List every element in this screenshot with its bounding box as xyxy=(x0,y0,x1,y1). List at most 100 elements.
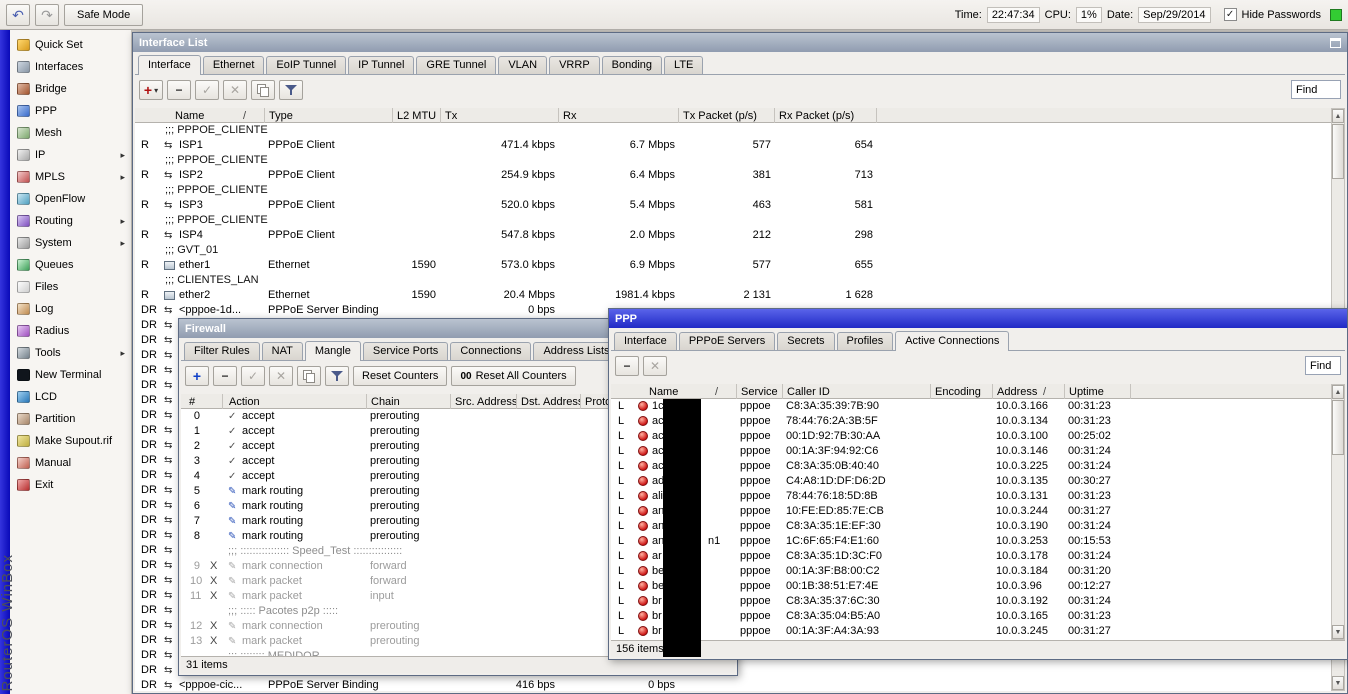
column-header-caller-id[interactable]: Caller ID xyxy=(783,384,931,399)
tab-vlan[interactable]: VLAN xyxy=(498,56,547,74)
tab-nat[interactable]: NAT xyxy=(262,342,303,360)
interface-comment-row[interactable]: ;;; PPPOE_CLIENTE xyxy=(135,183,1331,198)
find-box[interactable]: Find xyxy=(1291,80,1341,99)
interface-row[interactable]: Rether2Ethernet159020.4 Mbps1981.4 kbps2… xyxy=(135,288,1331,303)
column-header-l2-mtu[interactable]: L2 MTU xyxy=(393,108,441,123)
interface-comment-row[interactable]: ;;; PPPOE_CLIENTE xyxy=(135,123,1331,138)
interface-row[interactable]: Rether1Ethernet1590573.0 kbps6.9 Mbps577… xyxy=(135,258,1331,273)
column-header-action[interactable]: Action xyxy=(225,394,367,409)
reset-counters-button[interactable]: Reset Counters xyxy=(353,366,447,386)
safe-mode-button[interactable]: Safe Mode xyxy=(64,4,143,26)
sidebar-item-radius[interactable]: Radius xyxy=(10,320,131,342)
tab-pppoe-servers[interactable]: PPPoE Servers xyxy=(679,332,775,350)
ppp-titlebar[interactable]: PPP xyxy=(609,309,1347,328)
tab-gre-tunnel[interactable]: GRE Tunnel xyxy=(416,56,496,74)
interface-comment-row[interactable]: ;;; CLIENTES_LAN xyxy=(135,273,1331,288)
interface-comment-row[interactable]: ;;; GVT_01 xyxy=(135,243,1331,258)
ppp-connection-row[interactable]: LarpppoeC8:3A:35:1D:3C:F010.0.3.17800:31… xyxy=(611,549,1331,564)
column-header-tx[interactable]: Tx xyxy=(441,108,559,123)
ppp-connection-row[interactable]: Lbepppoe00:1B:38:51:E7:4E10.0.3.9600:12:… xyxy=(611,579,1331,594)
interface-row[interactable]: R⇆ISP4PPPoE Client547.8 kbps2.0 Mbps2122… xyxy=(135,228,1331,243)
tab-interface[interactable]: Interface xyxy=(614,332,677,350)
sidebar-item-system[interactable]: System▸ xyxy=(10,232,131,254)
column-header-x[interactable]: # xyxy=(185,394,223,409)
ppp-scrollbar[interactable]: ▲ ▼ xyxy=(1331,384,1345,640)
column-header-name[interactable]: Name/ xyxy=(137,108,265,123)
ppp-connection-row[interactable]: Lanpppoe10:FE:ED:85:7E:CB10.0.3.24400:31… xyxy=(611,504,1331,519)
scroll-thumb[interactable] xyxy=(1332,400,1344,455)
column-header-uptime[interactable]: Uptime xyxy=(1065,384,1131,399)
enable-button[interactable]: ✓ xyxy=(241,366,265,386)
column-header-dst-address[interactable]: Dst. Address xyxy=(517,394,581,409)
sidebar-item-openflow[interactable]: OpenFlow xyxy=(10,188,131,210)
undo-button[interactable]: ↶ xyxy=(6,4,30,26)
sidebar-item-ip[interactable]: IP▸ xyxy=(10,144,131,166)
redo-button[interactable]: ↷ xyxy=(35,4,59,26)
column-header-address[interactable]: Address/ xyxy=(993,384,1065,399)
sidebar-item-interfaces[interactable]: Interfaces xyxy=(10,56,131,78)
ppp-connection-row[interactable]: Lacpppoe00:1A:3F:94:92:C610.0.3.14600:31… xyxy=(611,444,1331,459)
tab-filter-rules[interactable]: Filter Rules xyxy=(184,342,260,360)
add-button[interactable]: +▾ xyxy=(139,80,163,100)
tab-vrrp[interactable]: VRRP xyxy=(549,56,600,74)
tab-bonding[interactable]: Bonding xyxy=(602,56,662,74)
disable-button[interactable]: ✕ xyxy=(269,366,293,386)
scroll-up-button[interactable]: ▲ xyxy=(1332,109,1344,123)
tab-ethernet[interactable]: Ethernet xyxy=(203,56,265,74)
remove-button[interactable]: − xyxy=(615,356,639,376)
column-header-service[interactable]: Service xyxy=(737,384,783,399)
sidebar-item-tools[interactable]: Tools▸ xyxy=(10,342,131,364)
ppp-connection-row[interactable]: Lacpppoe00:1D:92:7B:30:AA10.0.3.10000:25… xyxy=(611,429,1331,444)
ppp-connection-row[interactable]: Lbepppoe00:1A:3F:B8:00:C210.0.3.18400:31… xyxy=(611,564,1331,579)
tab-address-lists[interactable]: Address Lists xyxy=(533,342,619,360)
ppp-connection-row[interactable]: Lbrpppoe00:1A:3F:A4:3A:9310.0.3.24500:31… xyxy=(611,624,1331,639)
ppp-connection-row[interactable]: Lann1pppoe1C:6F:65:F4:E1:6010.0.3.25300:… xyxy=(611,534,1331,549)
scroll-down-button[interactable]: ▼ xyxy=(1332,676,1344,690)
sidebar-item-quick-set[interactable]: Quick Set xyxy=(10,34,131,56)
interface-list-titlebar[interactable]: Interface List xyxy=(133,33,1347,52)
tab-secrets[interactable]: Secrets xyxy=(777,332,834,350)
hide-passwords-checkbox[interactable]: ✓ xyxy=(1224,8,1237,21)
tab-profiles[interactable]: Profiles xyxy=(837,332,894,350)
sidebar-item-bridge[interactable]: Bridge xyxy=(10,78,131,100)
ppp-connection-row[interactable]: L1cpppoeC8:3A:35:39:7B:9010.0.3.16600:31… xyxy=(611,399,1331,414)
sidebar-item-exit[interactable]: Exit xyxy=(10,474,131,496)
disable-button[interactable]: ✕ xyxy=(223,80,247,100)
tab-ip-tunnel[interactable]: IP Tunnel xyxy=(348,56,414,74)
interface-comment-row[interactable]: ;;; PPPOE_CLIENTE xyxy=(135,213,1331,228)
tab-eoip-tunnel[interactable]: EoIP Tunnel xyxy=(266,56,346,74)
ppp-connection-row[interactable]: LadpppoeC4:A8:1D:DF:D6:2D10.0.3.13500:30… xyxy=(611,474,1331,489)
ppp-connection-row[interactable]: LbrpppoeC8:3A:35:04:B5:A010.0.3.16500:31… xyxy=(611,609,1331,624)
ppp-connection-row[interactable]: Lalipppoe78:44:76:18:5D:8B10.0.3.13100:3… xyxy=(611,489,1331,504)
sidebar-item-lcd[interactable]: LCD xyxy=(10,386,131,408)
remove-button[interactable]: − xyxy=(213,366,237,386)
scroll-thumb[interactable] xyxy=(1332,124,1344,179)
tab-lte[interactable]: LTE xyxy=(664,56,703,74)
tab-active-connections[interactable]: Active Connections xyxy=(895,331,1009,351)
column-header-type[interactable]: Type xyxy=(265,108,393,123)
sidebar-item-partition[interactable]: Partition xyxy=(10,408,131,430)
enable-button[interactable]: ✓ xyxy=(195,80,219,100)
filter-button[interactable] xyxy=(325,366,349,386)
ppp-connection-row[interactable]: LbrpppoeC8:3A:35:37:6C:3010.0.3.19200:31… xyxy=(611,594,1331,609)
interface-row[interactable]: R⇆ISP1PPPoE Client471.4 kbps6.7 Mbps5776… xyxy=(135,138,1331,153)
column-header-chain[interactable]: Chain xyxy=(367,394,451,409)
restore-icon[interactable] xyxy=(1330,38,1341,48)
comment-button[interactable] xyxy=(297,366,321,386)
column-header-rx-packet-p-s[interactable]: Rx Packet (p/s) xyxy=(775,108,877,123)
reset-all-counters-button[interactable]: 00 Reset All Counters xyxy=(451,366,575,386)
column-header-rx[interactable]: Rx xyxy=(559,108,679,123)
interface-row[interactable]: R⇆ISP3PPPoE Client520.0 kbps5.4 Mbps4635… xyxy=(135,198,1331,213)
column-header-name[interactable]: Name/ xyxy=(613,384,737,399)
sidebar-item-ppp[interactable]: PPP xyxy=(10,100,131,122)
sidebar-item-mesh[interactable]: Mesh xyxy=(10,122,131,144)
interface-row[interactable]: DR⇆<pppoe-cic...PPPoE Server Binding416 … xyxy=(135,678,1331,691)
ppp-connection-row[interactable]: Lacpppoe78:44:76:2A:3B:5F10.0.3.13400:31… xyxy=(611,414,1331,429)
sidebar-item-files[interactable]: Files xyxy=(10,276,131,298)
column-header-tx-packet-p-s[interactable]: Tx Packet (p/s) xyxy=(679,108,775,123)
add-button[interactable]: + xyxy=(185,366,209,386)
sidebar-item-routing[interactable]: Routing▸ xyxy=(10,210,131,232)
interface-comment-row[interactable]: ;;; PPPOE_CLIENTE xyxy=(135,153,1331,168)
column-header-src-address[interactable]: Src. Address xyxy=(451,394,517,409)
remove-button[interactable]: − xyxy=(167,80,191,100)
